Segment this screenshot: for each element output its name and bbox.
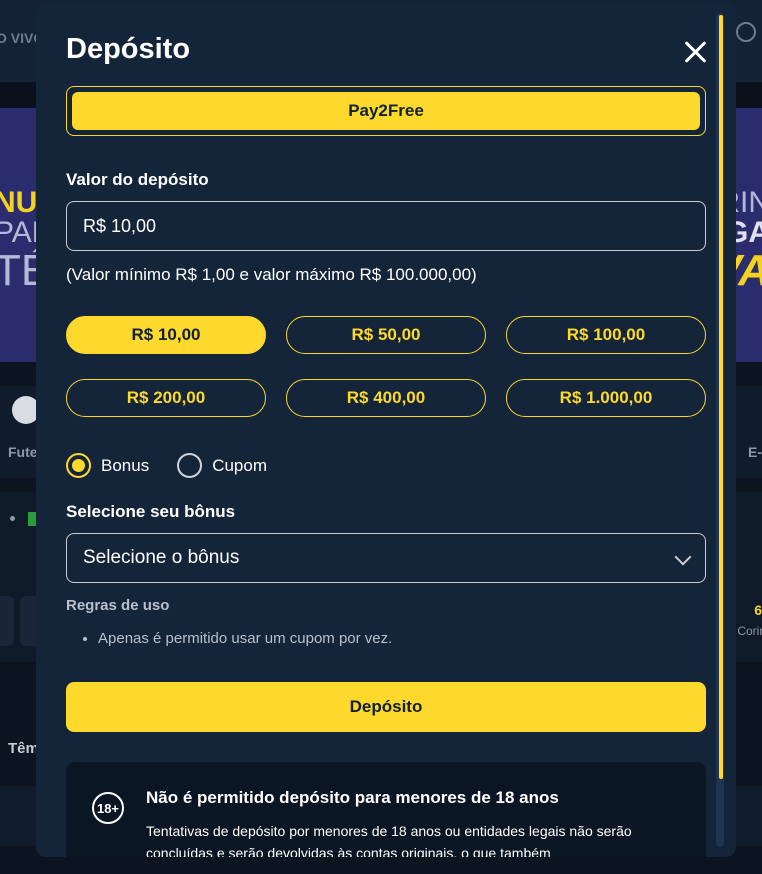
rules-list: Apenas é permitido usar um cupom por vez… [98,630,392,647]
warning-text: Tentativas de depósito por menores de 18… [146,823,632,857]
age-warning-box: 18+ Não é permitido depósito para menore… [66,762,706,857]
amount-input[interactable]: R$ 10,00 [66,201,706,251]
quick-amount-chip[interactable]: R$ 1.000,00 [506,379,706,417]
age-restriction-icon: 18+ [92,792,124,824]
amount-label: Valor do depósito [66,170,209,189]
background-sport-label: E- [748,444,762,460]
warning-title: Não é permitido depósito para menores de… [146,788,559,807]
coupon-radio[interactable] [177,453,203,478]
quick-amount-chip[interactable]: R$ 200,00 [66,379,266,417]
bonus-type-radio-group: Bonus Cupom [66,453,267,478]
close-icon[interactable] [680,37,710,67]
quick-amount-chip[interactable]: R$ 100,00 [506,316,706,354]
chevron-down-icon [674,548,692,566]
bonus-select-label: Selecione seu bônus [66,502,236,521]
quick-amount-chip[interactable]: R$ 400,00 [286,379,486,417]
deposit-modal: Depósito Pay2Free Valor do depósito R$ 1… [36,3,736,857]
background-odds-value: 6 [754,602,762,618]
rules-title: Regras de uso [66,597,170,614]
background-section-title: Têm [8,740,39,757]
bonus-radio[interactable] [66,453,91,478]
coupon-radio-label[interactable]: Cupom [212,456,267,476]
quick-amount-chip[interactable]: R$ 10,00 [66,316,266,354]
payment-method-box: Pay2Free [66,86,706,136]
rule-item: Apenas é permitido usar um cupom por vez… [98,630,392,647]
payment-method-button[interactable]: Pay2Free [72,92,700,130]
bonus-radio-label[interactable]: Bonus [101,456,149,476]
background-promo-icon [736,22,756,42]
quick-amount-chip[interactable]: R$ 50,00 [286,316,486,354]
bonus-select[interactable]: Selecione o bônus [66,533,706,583]
background-card [0,596,14,646]
bonus-select-value: Selecione o bônus [83,547,240,568]
background-sport-label: Fute [8,444,38,460]
scrollbar-thumb[interactable] [719,15,723,779]
background-live-dot [10,516,15,521]
modal-title: Depósito [66,33,191,65]
deposit-button[interactable]: Depósito [66,682,706,732]
amount-limits-note: (Valor mínimo R$ 1,00 e valor máximo R$ … [66,265,477,284]
background-team-name: Corin [737,624,762,638]
